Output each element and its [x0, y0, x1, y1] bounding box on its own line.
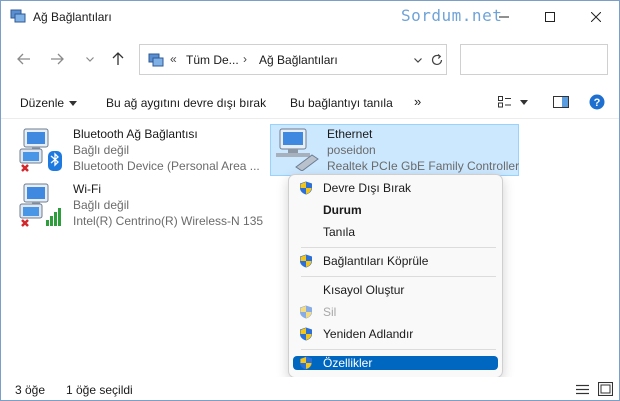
- connection-name: Bluetooth Ağ Bağlantısı: [73, 127, 198, 141]
- address-history-icon[interactable]: [410, 52, 426, 68]
- search-input[interactable]: [460, 44, 608, 75]
- selected-count: 1 öğe seçildi: [66, 383, 133, 397]
- wireless-adapter-icon: [19, 183, 61, 227]
- item-count: 3 öğe: [15, 383, 46, 397]
- connection-network: poseidon: [327, 143, 376, 157]
- breadcrumb-separator[interactable]: ›: [243, 52, 247, 66]
- change-view-icon[interactable]: [498, 96, 512, 108]
- back-button[interactable]: [14, 49, 34, 69]
- connection-device: Realtek PCIe GbE Family Controller: [327, 159, 520, 173]
- close-icon: [591, 11, 601, 22]
- status-bar: 3 öğe 1 öğe seçildi: [1, 377, 619, 400]
- network-folder-icon: [10, 9, 26, 23]
- connection-name: Ethernet: [327, 127, 373, 141]
- connection-name: Wi-Fi: [73, 182, 101, 196]
- menu-item-label: Tanıla: [323, 225, 356, 239]
- network-connections-window: Ağ Bağlantıları Sordum.net « Tüm De... ›…: [0, 0, 620, 401]
- organize-menu-button[interactable]: Düzenle: [20, 96, 78, 110]
- large-icons-view-icon[interactable]: [598, 382, 613, 396]
- close-button[interactable]: [573, 1, 619, 32]
- connection-device: Bluetooth Device (Personal Area ...: [73, 159, 260, 173]
- more-commands-button[interactable]: »: [414, 94, 421, 109]
- chevron-down-icon: [86, 56, 94, 62]
- connection-status: Bağlı değil: [73, 198, 130, 212]
- uac-shield-icon: [300, 305, 312, 319]
- menu-item-delete: Sil: [293, 302, 498, 322]
- menu-item-label: Özellikler: [323, 356, 373, 370]
- disable-device-button[interactable]: Bu ağ aygıtını devre dışı bırak: [106, 96, 266, 110]
- context-menu: Devre Dışı Bırak Durum Tanıla Bağlantıla…: [288, 174, 503, 378]
- maximize-icon: [545, 11, 555, 22]
- maximize-button[interactable]: [527, 1, 573, 32]
- menu-item-disable[interactable]: Devre Dışı Bırak: [293, 178, 498, 198]
- preview-pane-icon[interactable]: [553, 96, 569, 108]
- arrow-up-icon: [112, 52, 124, 65]
- window-title: Ağ Bağlantıları: [33, 10, 112, 24]
- menu-item-create-shortcut[interactable]: Kısayol Oluştur: [293, 280, 498, 300]
- view-options-caret-icon[interactable]: [520, 100, 528, 105]
- command-bar: Düzenle Bu ağ aygıtını devre dışı bırak …: [1, 85, 619, 119]
- title-bar[interactable]: Ağ Bağlantıları Sordum.net: [1, 1, 619, 33]
- menu-item-label: Bağlantıları Köprüle: [323, 254, 429, 268]
- menu-item-properties[interactable]: Özellikler: [293, 356, 498, 370]
- menu-item-label: Durum: [323, 203, 362, 217]
- uac-shield-icon: [300, 181, 312, 195]
- connection-item-wifi[interactable]: Wi-Fi Bağlı değil Intel(R) Centrino(R) W…: [18, 182, 268, 232]
- refresh-icon[interactable]: [428, 51, 446, 69]
- breadcrumb-network-connections[interactable]: Ağ Bağlantıları: [259, 53, 338, 67]
- menu-item-status[interactable]: Durum: [293, 200, 498, 220]
- menu-item-diagnose[interactable]: Tanıla: [293, 222, 498, 242]
- uac-shield-icon: [300, 254, 312, 268]
- arrow-left-icon: [17, 53, 30, 65]
- caret-down-icon: [69, 101, 78, 107]
- menu-item-label: Devre Dışı Bırak: [323, 181, 412, 195]
- svg-text:?: ?: [594, 97, 601, 109]
- up-button[interactable]: [108, 49, 128, 69]
- details-view-icon[interactable]: [576, 384, 589, 395]
- navigation-bar: « Tüm De... › Ağ Bağlantıları: [1, 33, 619, 85]
- network-adapter-icon: [19, 128, 62, 172]
- breadcrumb-overflow[interactable]: «: [170, 52, 177, 66]
- address-bar[interactable]: « Tüm De... › Ağ Bağlantıları: [139, 44, 447, 75]
- arrow-right-icon: [51, 53, 64, 65]
- connection-status: Bağlı değil: [73, 143, 130, 157]
- menu-separator: [301, 349, 496, 350]
- connection-item-ethernet[interactable]: Ethernet poseidon Realtek PCIe GbE Famil…: [272, 127, 520, 175]
- menu-separator: [301, 247, 496, 248]
- organize-label: Düzenle: [20, 96, 65, 110]
- network-folder-icon: [148, 53, 164, 67]
- diagnose-button[interactable]: Bu bağlantıyı tanıla: [290, 96, 393, 110]
- connection-item-bluetooth[interactable]: Bluetooth Ağ Bağlantısı Bağlı değil Blue…: [18, 127, 268, 177]
- breadcrumb-all-items[interactable]: Tüm De...: [186, 53, 239, 67]
- recent-locations-button[interactable]: [80, 49, 100, 69]
- uac-shield-icon: [300, 327, 312, 341]
- menu-item-label: Yeniden Adlandır: [323, 327, 414, 341]
- minimize-icon: [499, 16, 509, 17]
- minimize-button[interactable]: [481, 1, 527, 32]
- forward-button[interactable]: [47, 49, 67, 69]
- help-icon[interactable]: ?: [589, 94, 605, 110]
- menu-item-rename[interactable]: Yeniden Adlandır: [293, 324, 498, 344]
- menu-item-bridge[interactable]: Bağlantıları Köprüle: [293, 251, 498, 271]
- menu-item-label: Kısayol Oluştur: [323, 283, 405, 297]
- menu-separator: [301, 276, 496, 277]
- menu-item-label: Sil: [323, 305, 337, 319]
- uac-shield-icon: [300, 356, 312, 370]
- connection-device: Intel(R) Centrino(R) Wireless-N 135: [73, 214, 264, 228]
- ethernet-adapter-icon: [276, 128, 319, 171]
